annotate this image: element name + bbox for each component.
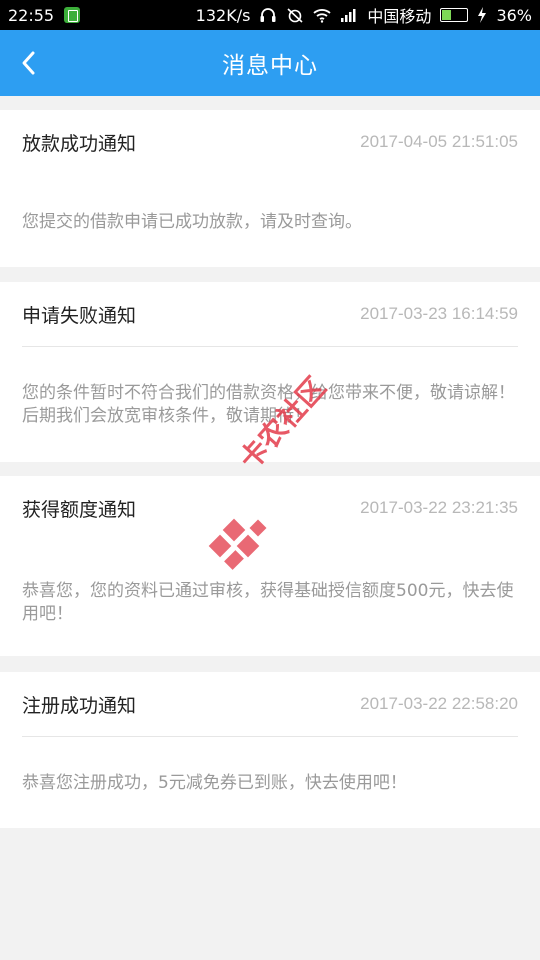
message-body: 恭喜您，您的资料已通过审核，获得基础授信额度500元，快去使用吧！ (22, 581, 514, 624)
nav-bar: 消息中心 (0, 30, 540, 96)
message-card[interactable]: 申请失败通知 2017-03-23 16:14:59 您的条件暂时不符合我们的借… (0, 282, 540, 462)
message-list: 放款成功通知 2017-04-05 21:51:05 您提交的借款申请已成功放款… (0, 110, 540, 828)
message-title: 申请失败通知 (22, 304, 137, 327)
battery-percent: 36% (496, 5, 532, 25)
separator (0, 462, 540, 476)
message-title: 获得额度通知 (22, 498, 137, 521)
message-title: 放款成功通知 (22, 132, 137, 155)
status-time: 22:55 (8, 5, 55, 25)
message-body: 恭喜您注册成功，5元减免券已到账，快去使用吧！ (22, 773, 407, 793)
message-time: 2017-03-23 16:14:59 (360, 304, 518, 323)
status-bar: 22:55 132K/s 中国移动 36% (0, 0, 540, 30)
charging-icon (478, 7, 487, 23)
message-card[interactable]: 获得额度通知 2017-03-22 23:21:35 恭喜您，您的资料已通过审核… (0, 476, 540, 656)
network-speed: 132K/s (195, 5, 251, 25)
separator (0, 656, 540, 672)
message-time: 2017-03-22 23:21:35 (360, 498, 518, 517)
message-body: 您提交的借款申请已成功放款，请及时查询。 (22, 212, 362, 232)
separator (0, 267, 540, 282)
page-title: 消息中心 (222, 53, 318, 79)
message-time: 2017-03-22 22:58:20 (360, 694, 518, 713)
message-card[interactable]: 放款成功通知 2017-04-05 21:51:05 您提交的借款申请已成功放款… (0, 110, 540, 267)
message-card[interactable]: 注册成功通知 2017-03-22 22:58:20 恭喜您注册成功，5元减免券… (0, 672, 540, 828)
chevron-left-icon (22, 51, 35, 75)
message-time: 2017-04-05 21:51:05 (360, 132, 518, 151)
back-button[interactable] (14, 47, 46, 79)
app-notification-icon (64, 7, 81, 23)
carrier-name: 中国移动 (367, 7, 432, 26)
message-body: 您的条件暂时不符合我们的借款资格，给您带来不便，敬请谅解！后期我们会放宽审核条件… (22, 383, 515, 426)
headphones-icon (260, 8, 276, 22)
battery-icon (440, 8, 469, 22)
alarm-off-icon (287, 8, 303, 23)
wifi-icon (313, 9, 332, 23)
message-title: 注册成功通知 (22, 694, 137, 717)
signal-icon (341, 9, 356, 22)
